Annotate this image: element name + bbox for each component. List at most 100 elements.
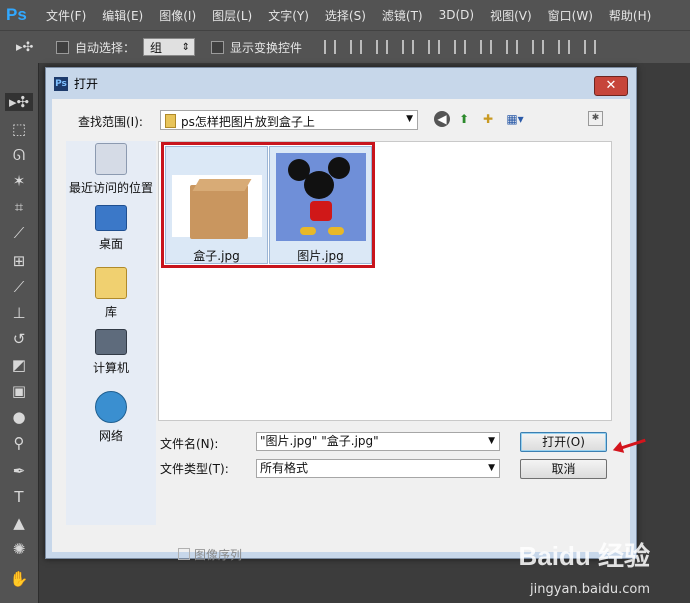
place-desktop[interactable]: 桌面	[66, 205, 156, 252]
auto-select-dropdown[interactable]: 组	[143, 38, 196, 57]
place-recent-label: 最近访问的位置	[68, 181, 153, 195]
photoshop-logo: Ps	[6, 5, 27, 24]
distribute-left-icon[interactable]	[558, 40, 571, 54]
align-left-icon[interactable]	[402, 40, 415, 54]
menu-window[interactable]: 窗口(W)	[548, 7, 593, 24]
image-sequence-checkbox[interactable]	[178, 548, 190, 560]
look-in-label: 查找范围(I):	[78, 115, 143, 129]
distribute-hcenter-icon[interactable]	[584, 40, 597, 54]
align-hcenter-icon[interactable]	[428, 40, 441, 54]
pen-icon[interactable]: ✒	[9, 462, 29, 480]
hand-icon[interactable]: ✋	[9, 570, 29, 588]
gradient-icon[interactable]: ▣	[9, 382, 29, 400]
mickey-shoe-left	[300, 227, 316, 235]
distribute-vcenter-icon[interactable]	[506, 40, 519, 54]
places-bar: 最近访问的位置 桌面 库 计算机 网络	[66, 141, 156, 525]
library-icon	[95, 267, 127, 299]
place-library[interactable]: 库	[66, 267, 156, 320]
place-computer-label: 计算机	[92, 361, 129, 375]
watermark-url: jingyan.baidu.com	[530, 582, 650, 597]
menu-3d[interactable]: 3D(D)	[439, 8, 474, 22]
file-name-picture: 图片.jpg	[297, 249, 344, 263]
path-select-icon[interactable]: ▲	[9, 514, 29, 532]
place-computer[interactable]: 计算机	[66, 329, 156, 376]
move-icon[interactable]: ▸✣	[5, 93, 33, 111]
magic-wand-icon[interactable]: ✶	[9, 172, 29, 190]
network-icon	[95, 391, 127, 423]
auto-select-label: 自动选择：	[75, 40, 136, 55]
menu-image[interactable]: 图像(I)	[159, 7, 196, 24]
view-menu-icon[interactable]: ▦▾	[504, 111, 526, 127]
history-brush-icon[interactable]: ↺	[9, 330, 29, 348]
place-desktop-label: 桌面	[98, 237, 123, 251]
filetype-dropdown[interactable]: 所有格式 ▼	[256, 459, 500, 478]
ps-dialog-icon: Ps	[54, 76, 68, 91]
healing-icon[interactable]: ⊞	[9, 252, 29, 270]
open-button[interactable]: 打开(O)	[520, 432, 607, 452]
align-right-icon[interactable]	[454, 40, 467, 54]
lasso-icon[interactable]: ᘏ	[9, 146, 29, 164]
mickey-image	[276, 153, 366, 241]
auto-select-checkbox[interactable]	[56, 40, 69, 54]
show-transform-label: 显示变换控件	[230, 40, 303, 55]
distribute-top-icon[interactable]	[480, 40, 493, 54]
menu-edit[interactable]: 编辑(E)	[102, 7, 143, 24]
dodge-icon[interactable]: ⚲	[9, 434, 29, 452]
stamp-icon[interactable]: ⊥	[9, 304, 29, 322]
file-list: 盒子.jpg 图片.jpg	[158, 141, 612, 421]
menu-bar: Ps 文件(F) 编辑(E) 图像(I) 图层(L) 文字(Y) 选择(S) 滤…	[0, 0, 690, 30]
new-folder-icon[interactable]: ✚	[480, 111, 496, 127]
dialog-client: 查找范围(I): ps怎样把图片放到盒子上 ▼ ◀ ⬆ ✚ ▦▾ ✱ 最近访问的…	[52, 99, 646, 562]
eraser-icon[interactable]: ◩	[9, 356, 29, 374]
place-library-label: 库	[104, 305, 117, 319]
cancel-button[interactable]: 取消	[520, 459, 607, 479]
chevron-down-icon[interactable]: ▼	[488, 433, 495, 450]
file-item-box[interactable]: 盒子.jpg	[165, 146, 268, 264]
red-arrow-annotation	[618, 438, 646, 451]
marquee-icon[interactable]: ⬚	[9, 120, 29, 138]
cardboard-box-image	[190, 185, 248, 239]
close-button[interactable]: ✕	[594, 76, 628, 96]
dialog-titlebar: Ps 打开	[46, 68, 636, 99]
menu-file[interactable]: 文件(F)	[46, 7, 86, 24]
computer-icon	[95, 329, 127, 355]
preview-icon[interactable]: ✱	[588, 111, 603, 126]
mickey-thumbnail	[276, 153, 366, 241]
menu-help[interactable]: 帮助(H)	[609, 7, 651, 24]
look-in-dropdown[interactable]: ps怎样把图片放到盒子上 ▼	[160, 110, 418, 130]
align-vcenter-icon[interactable]	[350, 40, 363, 54]
folder-icon	[165, 114, 176, 128]
move-tool-icon[interactable]: ▸✣	[16, 40, 56, 55]
image-sequence-option[interactable]: 图像序列	[178, 546, 242, 563]
align-bottom-icon[interactable]	[376, 40, 389, 54]
menu-select[interactable]: 选择(S)	[325, 7, 366, 24]
mickey-shorts	[310, 201, 332, 221]
distribute-bottom-icon[interactable]	[532, 40, 545, 54]
recent-places-icon	[95, 143, 127, 175]
up-folder-icon[interactable]: ⬆	[456, 111, 472, 127]
box-thumbnail	[172, 175, 262, 239]
blur-icon[interactable]: ●	[9, 408, 29, 426]
show-transform-checkbox[interactable]	[211, 40, 225, 54]
file-item-picture[interactable]: 图片.jpg	[269, 146, 372, 264]
place-network[interactable]: 网络	[66, 391, 156, 444]
place-network-label: 网络	[98, 429, 123, 443]
menu-filter[interactable]: 滤镜(T)	[382, 7, 423, 24]
menu-view[interactable]: 视图(V)	[490, 7, 532, 24]
baidu-watermark: Baidu 经验	[518, 541, 650, 571]
brush-icon[interactable]: ⟋	[9, 278, 29, 296]
file-name-box: 盒子.jpg	[193, 249, 240, 263]
chevron-down-icon: ▼	[488, 463, 495, 473]
crop-icon[interactable]: ⌗	[9, 198, 29, 216]
eyedropper-icon[interactable]: ⟋	[9, 224, 29, 242]
place-recent[interactable]: 最近访问的位置	[66, 143, 156, 196]
filename-label: 文件名(N):	[160, 437, 219, 451]
align-top-icon[interactable]	[324, 40, 337, 54]
mickey-shoe-right	[328, 227, 344, 235]
menu-type[interactable]: 文字(Y)	[268, 7, 309, 24]
back-icon[interactable]: ◀	[434, 111, 450, 127]
shape-icon[interactable]: ✺	[9, 540, 29, 558]
filename-input[interactable]: "图片.jpg" "盒子.jpg" ▼	[256, 432, 500, 451]
menu-layer[interactable]: 图层(L)	[212, 7, 252, 24]
type-icon[interactable]: T	[9, 488, 29, 506]
